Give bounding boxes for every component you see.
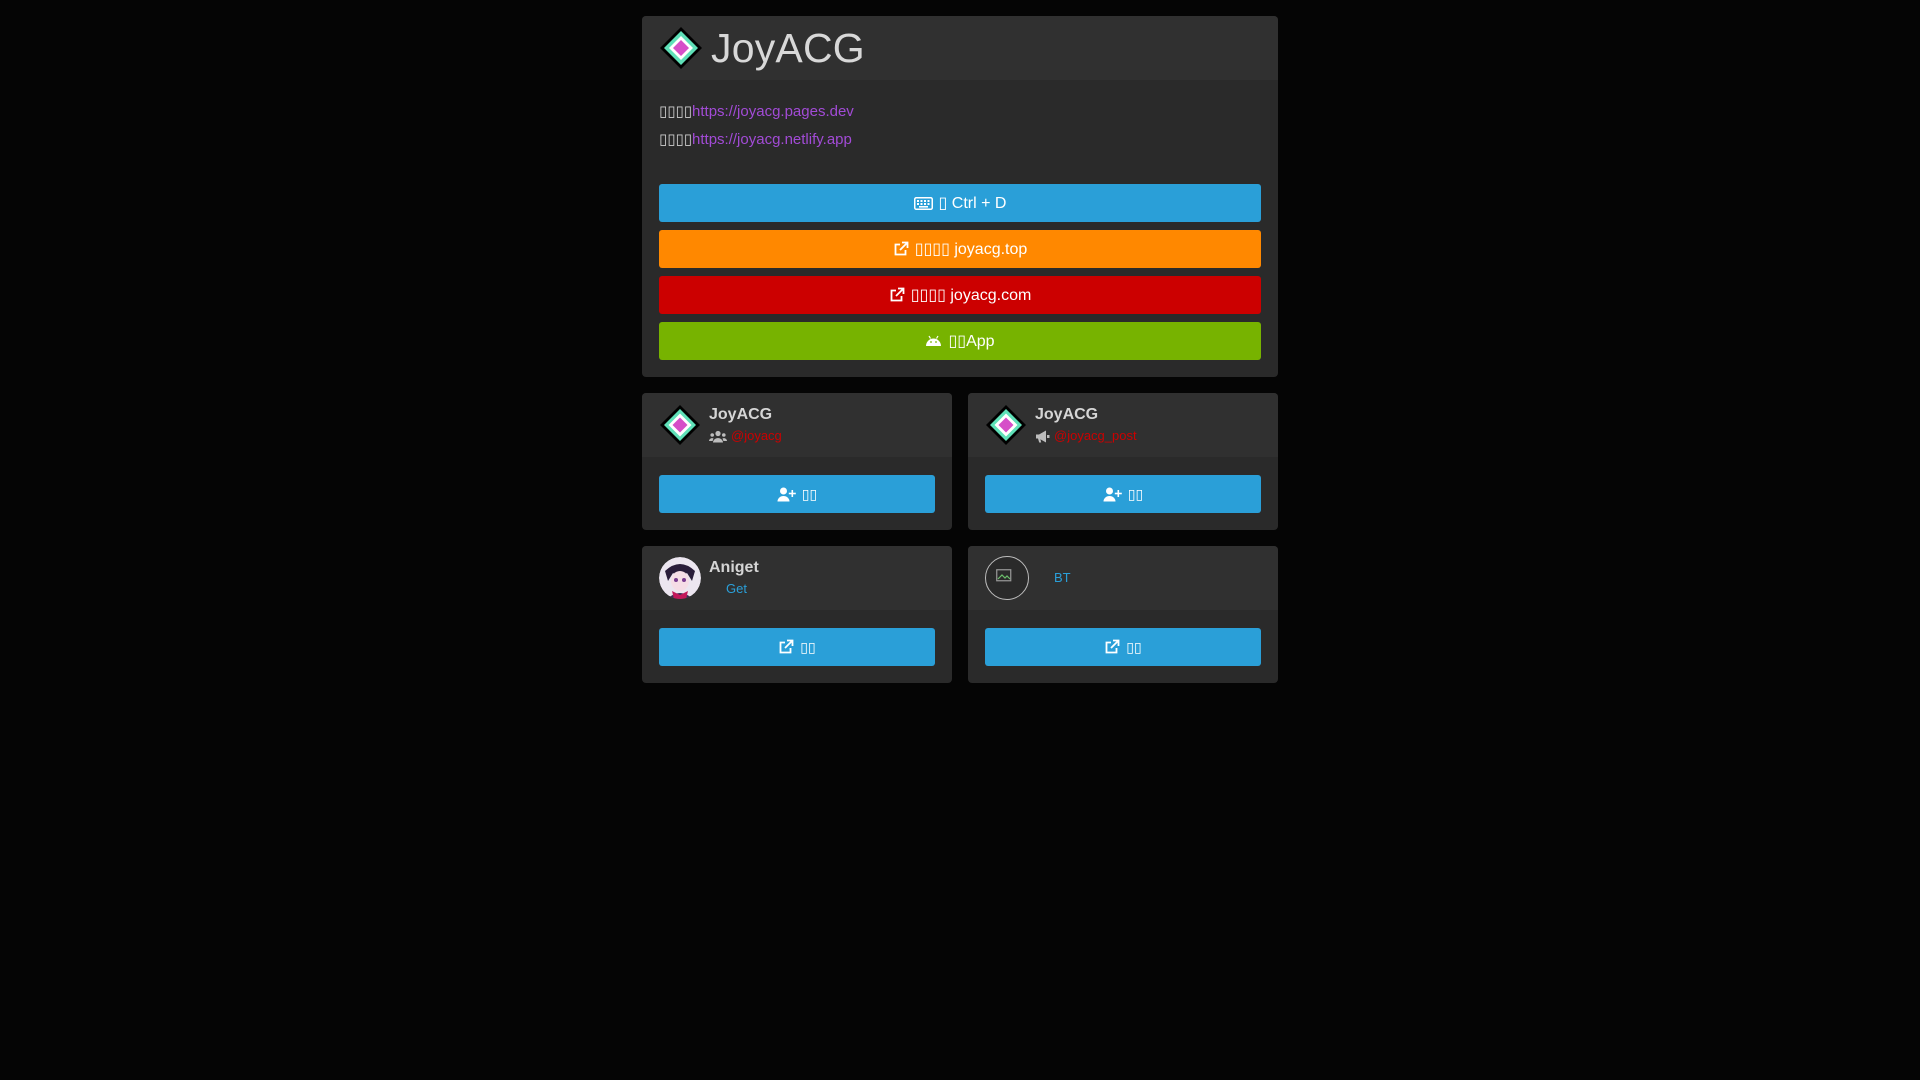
external-link-icon: [889, 287, 905, 303]
channel-card: JoyACG @joyacg_post ▯▯: [968, 393, 1278, 530]
users-icon: [709, 430, 727, 443]
group-card-body: ▯▯: [642, 457, 952, 530]
mirror-link-prefix: ▯▯▯▯: [659, 103, 693, 120]
bt-card: BT ▯▯: [968, 546, 1278, 683]
mirror-link-row: ▯▯▯▯https://joyacg.netlify.app: [659, 126, 1261, 154]
diamond-logo-icon: [660, 405, 700, 445]
main-card-header: JoyACG: [642, 16, 1278, 80]
join-channel-label: ▯▯: [1127, 485, 1144, 502]
mirror-link-pages[interactable]: https://joyacg.pages.dev: [692, 103, 854, 120]
main-card: JoyACG ▯▯▯▯https://joyacg.pages.dev ▯▯▯▯…: [642, 16, 1278, 377]
visit-joyacg-com-label: ▯▯▯▯ joyacg.com: [910, 287, 1032, 304]
anime-avatar-icon: [659, 557, 701, 599]
aniget-name: Aniget: [709, 559, 759, 576]
download-app-label: ▯▯App: [948, 333, 995, 350]
page-title: JoyACG: [711, 24, 865, 71]
mirror-link-prefix: ▯▯▯▯: [659, 131, 693, 148]
main-button-group: ▯ Ctrl + D ▯▯▯▯ joyacg.top ▯▯▯▯ joyacg.c…: [642, 160, 1278, 377]
join-channel-button[interactable]: ▯▯: [985, 475, 1261, 513]
bt-card-meta: BT: [1037, 568, 1071, 588]
aniget-card-meta: Aniget Get: [709, 557, 759, 599]
group-card-meta: JoyACG @joyacg: [709, 404, 782, 446]
bookmark-button[interactable]: ▯ Ctrl + D: [659, 184, 1261, 222]
keyboard-icon: [913, 196, 933, 210]
diamond-logo-icon: [660, 27, 702, 69]
mirror-links: ▯▯▯▯https://joyacg.pages.dev ▯▯▯▯https:/…: [642, 80, 1278, 160]
page-container: JoyACG ▯▯▯▯https://joyacg.pages.dev ▯▯▯▯…: [642, 16, 1278, 683]
channel-card-header: JoyACG @joyacg_post: [968, 393, 1278, 457]
aniget-card-header: Aniget Get: [642, 546, 952, 610]
bt-card-body: ▯▯: [968, 610, 1278, 683]
android-icon: [925, 335, 942, 347]
join-group-label: ▯▯: [801, 485, 818, 502]
group-sub: @joyacg: [709, 426, 782, 446]
aniget-sub: Get: [709, 579, 759, 599]
group-name: JoyACG: [709, 406, 773, 423]
external-link-icon: [778, 639, 794, 655]
download-app-button[interactable]: ▯▯App: [659, 322, 1261, 360]
mirror-link-netlify[interactable]: https://joyacg.netlify.app: [692, 131, 852, 148]
visit-joyacg-top-button[interactable]: ▯▯▯▯ joyacg.top: [659, 230, 1261, 268]
bookmark-button-label: ▯ Ctrl + D: [938, 195, 1007, 212]
bt-card-header: BT: [968, 546, 1278, 610]
group-card: JoyACG @joyacg ▯▯: [642, 393, 952, 530]
mirror-link-row: ▯▯▯▯https://joyacg.pages.dev: [659, 98, 1261, 126]
visit-joyacg-top-label: ▯▯▯▯ joyacg.top: [914, 241, 1028, 258]
visit-joyacg-com-button[interactable]: ▯▯▯▯ joyacg.com: [659, 276, 1261, 314]
group-handle-link[interactable]: @joyacg: [731, 426, 782, 446]
external-link-icon: [1104, 639, 1120, 655]
broken-image-icon: [985, 556, 1029, 600]
community-grid: JoyACG @joyacg ▯▯ JoyACG @joyacg_post ▯▯…: [642, 393, 1278, 683]
aniget-card-body: ▯▯: [642, 610, 952, 683]
user-plus-icon: [1103, 487, 1122, 502]
channel-name: JoyACG: [1035, 406, 1099, 423]
channel-card-meta: JoyACG @joyacg_post: [1035, 404, 1137, 446]
aniget-sub-text: Get: [726, 581, 747, 596]
join-group-button[interactable]: ▯▯: [659, 475, 935, 513]
diamond-logo-icon: [986, 405, 1026, 445]
aniget-card: Aniget Get ▯▯: [642, 546, 952, 683]
user-plus-icon: [777, 487, 796, 502]
channel-card-body: ▯▯: [968, 457, 1278, 530]
visit-bt-button[interactable]: ▯▯: [985, 628, 1261, 666]
external-link-icon: [893, 241, 909, 257]
bt-sub-text: BT: [1054, 570, 1071, 585]
bullhorn-icon: [1035, 430, 1050, 443]
visit-bt-label: ▯▯: [1126, 638, 1142, 655]
channel-sub: @joyacg_post: [1035, 426, 1137, 446]
visit-aniget-label: ▯▯: [800, 638, 816, 655]
channel-handle-link[interactable]: @joyacg_post: [1054, 426, 1137, 446]
group-card-header: JoyACG @joyacg: [642, 393, 952, 457]
bt-sub: BT: [1037, 568, 1071, 588]
visit-aniget-button[interactable]: ▯▯: [659, 628, 935, 666]
